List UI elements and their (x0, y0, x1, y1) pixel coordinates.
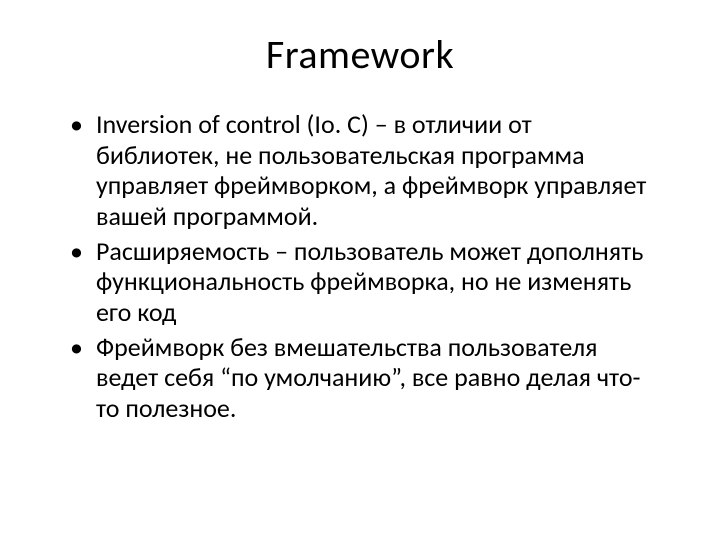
slide: Framework Inversion of control (Io. C) –… (0, 0, 720, 540)
list-item: Расширяемость – пользователь может допол… (70, 236, 660, 328)
list-item: Фреймворк без вмешательства пользователя… (70, 332, 660, 424)
list-item: Inversion of control (Io. C) – в отличии… (70, 109, 660, 232)
slide-title: Framework (30, 30, 690, 79)
bullet-list: Inversion of control (Io. C) – в отличии… (70, 109, 660, 424)
